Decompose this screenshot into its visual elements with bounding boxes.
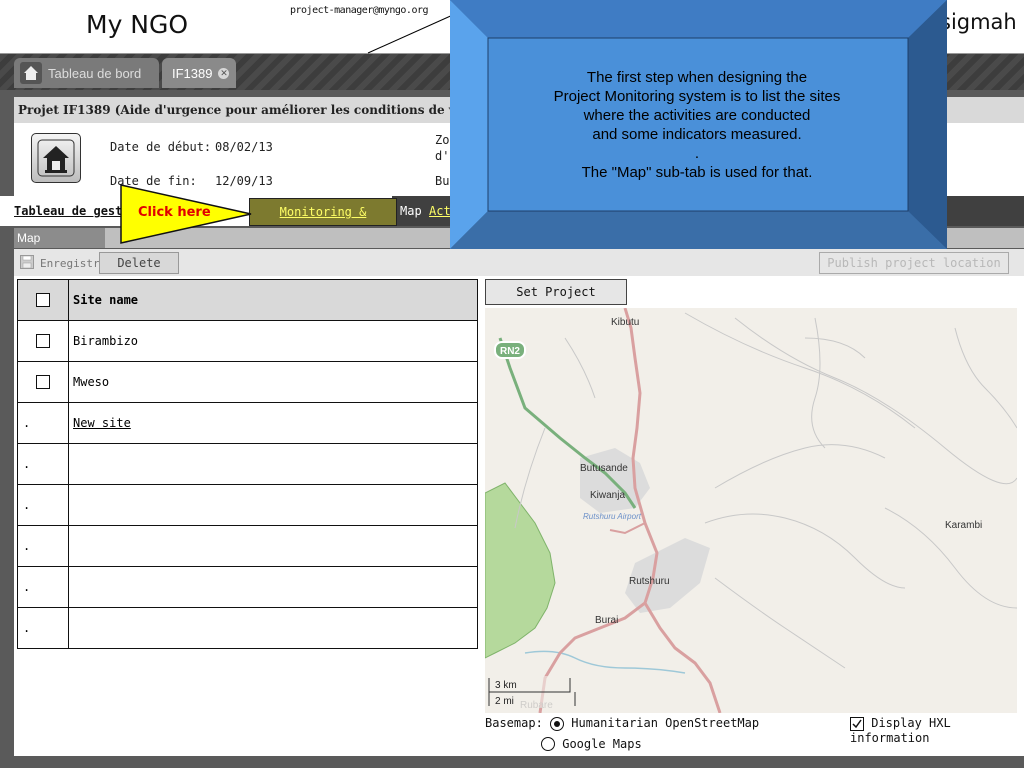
hxl-toggle[interactable]: Display HXL information: [850, 716, 1024, 745]
start-date-label: Date de début:: [110, 140, 212, 154]
save-icon[interactable]: [20, 255, 34, 269]
table-row[interactable]: .: [17, 484, 478, 526]
start-date-value: 08/02/13: [215, 140, 273, 154]
project-home-button[interactable]: [31, 133, 81, 183]
site-name-cell[interactable]: [68, 525, 478, 567]
map-canvas[interactable]: RN2 Kibutu Butusande Kiwanja Rutshuru Ka…: [485, 308, 1017, 713]
map-view[interactable]: RN2 Kibutu Butusande Kiwanja Rutshuru Ka…: [485, 308, 1017, 713]
click-here-hint: Click here: [138, 205, 211, 220]
table-row[interactable]: . New site: [17, 402, 478, 444]
callout-line: and some indicators measured.: [592, 126, 802, 143]
site-name-cell[interactable]: Mweso: [68, 361, 478, 403]
basemap-google-radio[interactable]: [541, 737, 555, 751]
basemap-google-label[interactable]: Google Maps: [562, 737, 641, 751]
table-row[interactable]: .: [17, 443, 478, 485]
subnav-map[interactable]: Map: [400, 204, 422, 218]
site-name-cell[interactable]: [68, 443, 478, 485]
road-shield-rn2: RN2: [500, 346, 520, 357]
row-marker: .: [17, 484, 69, 526]
row-marker: .: [17, 607, 69, 649]
home-icon: [20, 62, 42, 84]
callout-line: where the activities are conducted: [583, 107, 811, 124]
callout-line: Project Monitoring system is to list the…: [553, 88, 841, 105]
site-name-cell[interactable]: [68, 607, 478, 649]
callout-leader-line: [367, 13, 456, 54]
subnav-activities[interactable]: Act: [429, 204, 451, 218]
tab-project-label: IF1389: [172, 65, 213, 81]
row-marker: .: [17, 566, 69, 608]
place-rutshuru: Rutshuru: [629, 576, 670, 587]
select-all-checkbox[interactable]: [36, 293, 50, 308]
site-name-cell[interactable]: Birambizo: [68, 320, 478, 362]
basemap-row-google[interactable]: Google Maps: [485, 737, 759, 751]
zone-label: Zo: [435, 133, 450, 147]
site-name-header[interactable]: Site name: [68, 279, 478, 321]
site-name-cell[interactable]: [68, 566, 478, 608]
subnav-monitoring-evaluation[interactable]: Monitoring & Evaluation: [249, 198, 397, 245]
place-kiwanja: Kiwanja: [590, 490, 625, 501]
basemap-osm-label[interactable]: Humanitarian OpenStreetMap: [571, 716, 759, 730]
hxl-checkbox[interactable]: [850, 716, 864, 731]
place-kibutu: Kibutu: [611, 317, 639, 328]
tab-project[interactable]: IF1389 ✕: [162, 58, 236, 88]
set-project-location-button[interactable]: Set Project Location: [485, 279, 627, 323]
tab-dashboard[interactable]: Tableau de bord: [14, 58, 159, 88]
row-select-cell: [17, 320, 69, 362]
place-karambi: Karambi: [945, 520, 982, 531]
row-marker: .: [17, 402, 69, 444]
row-checkbox[interactable]: [36, 375, 50, 390]
map-subtab[interactable]: Map: [14, 228, 105, 248]
brand-logo: sigmah: [940, 10, 1017, 34]
hxl-label[interactable]: Display HXL information: [850, 716, 951, 745]
tab-dashboard-label: Tableau de bord: [48, 65, 142, 81]
scale-mi: 2 mi: [495, 696, 514, 707]
sites-table: Site name Birambizo Mweso . New site . .…: [17, 279, 478, 649]
table-row[interactable]: Birambizo: [17, 320, 478, 362]
table-row[interactable]: .: [17, 607, 478, 649]
delete-button[interactable]: Delete: [99, 252, 179, 274]
map-scale-bar: 3 km 2 mi: [488, 676, 576, 708]
close-icon[interactable]: ✕: [218, 67, 230, 79]
new-site-link[interactable]: New site: [73, 416, 131, 430]
basemap-osm-radio[interactable]: [550, 716, 565, 731]
basemap-selector: Basemap: Humanitarian OpenStreetMap Goog…: [485, 716, 759, 751]
publish-hxl-button[interactable]: Publish project location to HXL: [819, 252, 1009, 290]
budget-label: Bu: [435, 174, 450, 188]
row-marker: .: [17, 443, 69, 485]
sites-content: Site name Birambizo Mweso . New site . .…: [14, 276, 1024, 756]
tutorial-callout-text: The first step when designing the Projec…: [490, 68, 904, 182]
place-burai: Burai: [595, 615, 618, 626]
row-marker: .: [17, 525, 69, 567]
table-row[interactable]: .: [17, 566, 478, 608]
scale-km: 3 km: [495, 680, 517, 691]
place-butusande: Butusande: [580, 463, 628, 474]
table-header-row: Site name: [17, 279, 478, 321]
sites-toolbar: Enregistrer Delete Publish project locat…: [14, 249, 1024, 290]
check-icon: [852, 719, 862, 728]
basemap-row-osm[interactable]: Basemap: Humanitarian OpenStreetMap: [485, 716, 759, 731]
callout-line: The "Map" sub-tab is used for that.: [581, 164, 813, 181]
callout-line: The first step when designing the: [586, 69, 808, 86]
select-all-cell: [17, 279, 69, 321]
site-name-cell[interactable]: New site: [68, 402, 478, 444]
table-row[interactable]: Mweso: [17, 361, 478, 403]
place-airport: Rutshuru Airport: [583, 512, 642, 521]
row-checkbox[interactable]: [36, 334, 50, 349]
house-icon: [37, 139, 75, 177]
basemap-label: Basemap:: [485, 716, 543, 730]
row-select-cell: [17, 361, 69, 403]
site-name-cell[interactable]: [68, 484, 478, 526]
callout-line: .: [694, 145, 700, 162]
table-row[interactable]: .: [17, 525, 478, 567]
